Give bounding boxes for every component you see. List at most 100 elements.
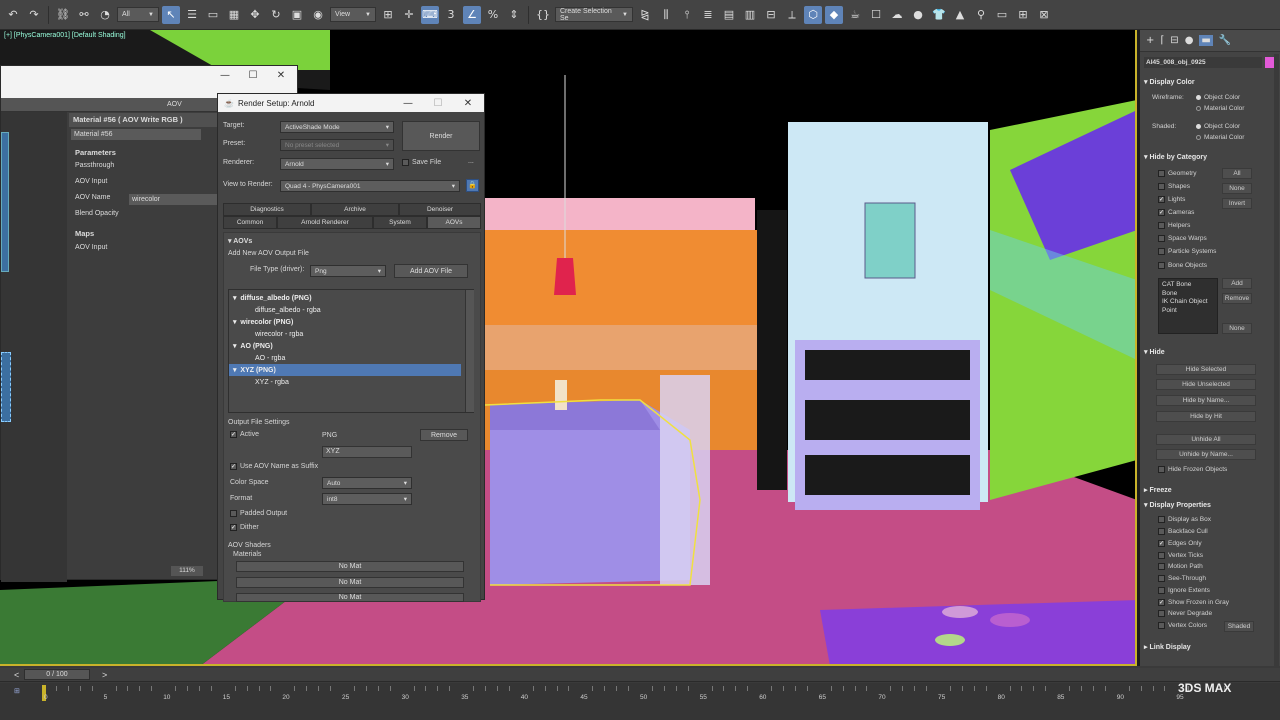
scene-explorer-icon[interactable]: ▤ <box>720 6 738 24</box>
none-button[interactable]: None <box>1222 183 1252 194</box>
move-icon[interactable]: ✥ <box>246 6 264 24</box>
bind-space-warp-icon[interactable]: ◔ <box>96 6 114 24</box>
snaps-toggle-icon[interactable]: 3 <box>442 6 460 24</box>
zoom-level[interactable]: 111% <box>171 566 203 576</box>
tree-child-xyz[interactable]: XYZ - rgba <box>229 376 461 388</box>
hide-unselected-button[interactable]: Hide Unselected <box>1156 379 1256 390</box>
cat-particle-systems[interactable]: Particle Systems <box>1158 248 1216 255</box>
maximize-icon[interactable]: ☐ <box>239 66 267 84</box>
curve-editor-icon[interactable]: ⊟ <box>762 6 780 24</box>
all-button[interactable]: All <box>1222 168 1252 179</box>
percent-snap-icon[interactable]: % <box>484 6 502 24</box>
link-icon[interactable]: ⛓ <box>54 6 72 24</box>
extra-2-icon[interactable]: ⊠ <box>1035 6 1053 24</box>
pivot-icon[interactable]: ⊞ <box>379 6 397 24</box>
tree-item-wirecolor[interactable]: ▾ wirecolor (PNG) <box>229 316 461 328</box>
category-list[interactable]: CAT Bone Bone IK Chain Object Point <box>1158 278 1218 334</box>
add-aov-file-button[interactable]: Add AOV File <box>394 264 468 278</box>
dither-checkbox[interactable] <box>230 524 237 531</box>
unhide-all-button[interactable]: Unhide All <box>1156 434 1256 445</box>
aov-name-field[interactable]: XYZ <box>322 446 412 458</box>
no-mat-button-3[interactable]: No Mat <box>236 593 464 602</box>
schematic-view-icon[interactable]: ⟂ <box>783 6 801 24</box>
node-thumbnail-2[interactable] <box>1 352 11 422</box>
cat-geometry[interactable]: Geometry <box>1158 170 1197 177</box>
tab-arnold-renderer[interactable]: Arnold Renderer <box>277 216 373 229</box>
tree-child-wirecolor[interactable]: wirecolor - rgba <box>229 328 461 340</box>
placement-icon[interactable]: ◉ <box>309 6 327 24</box>
viewport-label[interactable]: [+] [PhysCamera001] [Default Shading] <box>4 32 126 39</box>
material-name-field[interactable]: Material #56 <box>71 129 201 140</box>
frame-buffer-icon[interactable]: ▭ <box>993 6 1011 24</box>
maximize-icon[interactable]: ☐ <box>424 94 452 112</box>
prop-motion-path[interactable]: Motion Path <box>1158 563 1203 570</box>
minimize-icon[interactable]: — <box>394 94 422 112</box>
time-slider-track[interactable]: < 0 / 100 > <box>0 668 1280 682</box>
freeze-header[interactable]: ▸ Freeze <box>1144 486 1270 494</box>
link-display-header[interactable]: ▸ Link Display <box>1144 643 1270 651</box>
select-by-name-icon[interactable]: ☰ <box>183 6 201 24</box>
aov-name-field[interactable]: wirecolor <box>129 194 219 205</box>
view-to-render-dropdown[interactable]: Quad 4 - PhysCamera001 ▾ <box>280 180 460 192</box>
active-checkbox[interactable] <box>230 431 237 438</box>
no-mat-button-1[interactable]: No Mat <box>236 561 464 572</box>
align-icon[interactable]: ⫼ <box>657 6 675 24</box>
tree-scrollbar[interactable] <box>465 290 474 412</box>
display-color-header[interactable]: ▾ Display Color <box>1144 78 1270 86</box>
render-setup-titlebar[interactable]: ☕ Render Setup: Arnold — ☐ ✕ <box>218 94 484 112</box>
more-icon[interactable]: ... <box>468 158 474 165</box>
layer-manager-icon[interactable]: ≣ <box>699 6 717 24</box>
remove-button[interactable]: Remove <box>1222 293 1252 304</box>
prop-vertex-colors[interactable]: Vertex Colors <box>1158 622 1207 629</box>
maps-header[interactable]: Maps <box>75 229 94 238</box>
padded-output-checkbox[interactable] <box>230 510 237 517</box>
command-panel-scrollbar[interactable] <box>1274 54 1279 666</box>
prop-show-frozen-gray[interactable]: Show Frozen in Gray <box>1158 599 1229 606</box>
tree-item-xyz[interactable]: ▾ XYZ (PNG) <box>229 364 461 376</box>
remove-button[interactable]: Remove <box>420 429 468 441</box>
prop-never-degrade[interactable]: Never Degrade <box>1158 610 1212 617</box>
list-item[interactable]: Bone <box>1162 290 1214 299</box>
close-icon[interactable]: ✕ <box>454 94 482 112</box>
prop-vertex-ticks[interactable]: Vertex Ticks <box>1158 552 1203 559</box>
keyboard-shortcut-icon[interactable]: ⌨ <box>421 5 439 24</box>
parameters-header[interactable]: Parameters <box>75 148 116 157</box>
wire-object-color-radio[interactable]: Object Color <box>1196 94 1240 101</box>
key-filter-icon[interactable]: ⊞ <box>14 687 20 695</box>
scale-icon[interactable]: ▣ <box>288 6 306 24</box>
tab-common[interactable]: Common <box>223 216 277 229</box>
shaded-material-color-radio[interactable]: Material Color <box>1196 134 1244 141</box>
display-tab-icon[interactable]: ▬ <box>1199 35 1213 46</box>
tab-denoiser[interactable]: Denoiser <box>399 203 481 216</box>
add-button[interactable]: Add <box>1222 278 1252 289</box>
edit-named-sets-icon[interactable]: {} <box>534 6 552 24</box>
list-item[interactable]: Point <box>1162 307 1214 316</box>
renderer-dropdown[interactable]: Arnold ▾ <box>280 158 394 170</box>
quick-align-icon[interactable]: ⫯ <box>678 6 696 24</box>
shirt-icon[interactable]: 👕 <box>930 6 948 24</box>
render-production-icon[interactable]: ☁ <box>888 6 906 24</box>
display-properties-header[interactable]: ▾ Display Properties <box>1144 501 1270 509</box>
motion-tab-icon[interactable]: ● <box>1185 35 1194 46</box>
teapot-icon[interactable]: ● <box>909 6 927 24</box>
rendered-frame-icon[interactable]: ☐ <box>867 6 885 24</box>
material-editor-icon[interactable]: ⬡ <box>804 5 822 24</box>
tab-system[interactable]: System <box>373 216 427 229</box>
file-type-dropdown[interactable]: Png ▾ <box>310 265 386 277</box>
create-tab-icon[interactable]: + <box>1146 35 1154 46</box>
hierarchy-tab-icon[interactable]: ⊟ <box>1170 35 1178 46</box>
undo-icon[interactable]: ↶ <box>4 6 22 24</box>
wire-material-color-radio[interactable]: Material Color <box>1196 105 1244 112</box>
rotate-icon[interactable]: ↻ <box>267 6 285 24</box>
selection-filter-dropdown[interactable]: All ▼ <box>117 7 159 22</box>
prop-ignore-extents[interactable]: Ignore Extents <box>1158 587 1210 594</box>
prop-edges-only[interactable]: Edges Only <box>1158 540 1202 547</box>
hide-selected-button[interactable]: Hide Selected <box>1156 364 1256 375</box>
render-setup-icon[interactable]: ☕ <box>846 6 864 24</box>
named-selection-dropdown[interactable]: Create Selection Se ▼ <box>555 7 633 22</box>
aovs-rollout-header[interactable]: ▾ AOVs <box>228 237 252 245</box>
track-bar[interactable]: ⊞ 0 5 10 15 20 25 30 35 40 45 50 55 60 65 70 75 80 85 90 95… <box>0 682 1280 720</box>
cat-helpers[interactable]: Helpers <box>1158 222 1190 229</box>
hide-by-hit-button[interactable]: Hide by Hit <box>1156 411 1256 422</box>
node-view[interactable] <box>1 112 67 582</box>
